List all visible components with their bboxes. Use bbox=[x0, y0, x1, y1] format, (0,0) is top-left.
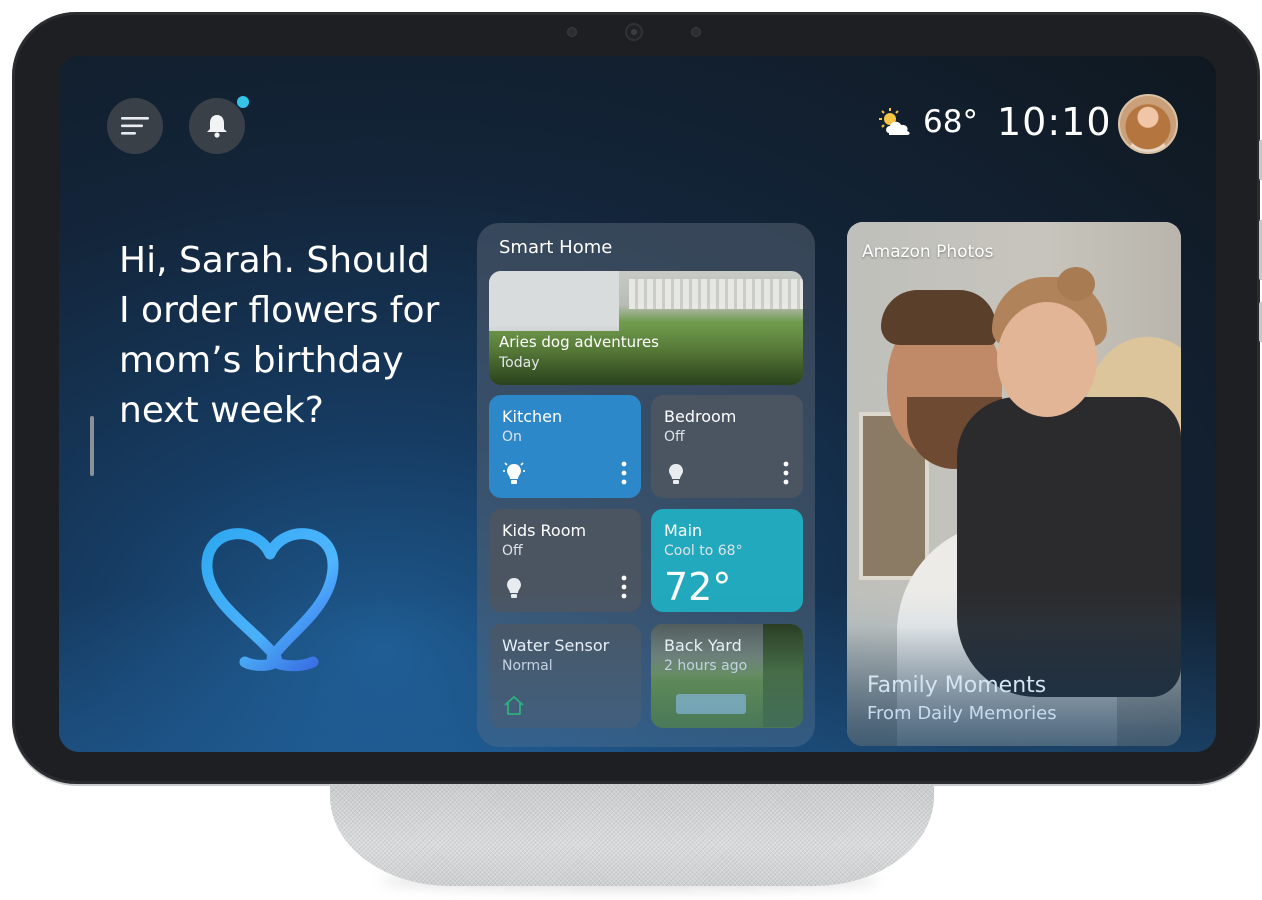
notifications-button[interactable] bbox=[189, 96, 249, 154]
alexa-heart-icon bbox=[201, 528, 339, 672]
bulb-icon bbox=[507, 578, 521, 598]
temperature: 68° bbox=[923, 104, 978, 140]
more-options-icon[interactable] bbox=[621, 461, 627, 485]
amazon-photos-card[interactable]: Amazon Photos Family Moments From Daily … bbox=[847, 222, 1181, 746]
edge-handle[interactable] bbox=[90, 416, 94, 476]
smart-home-title: Smart Home bbox=[499, 237, 613, 258]
tile-thermostat-main[interactable]: Main Cool to 68° 72° bbox=[651, 509, 803, 612]
tile-kids-room-state: Off bbox=[502, 543, 523, 559]
bulb-icon bbox=[669, 464, 683, 484]
photo-child-bun bbox=[1057, 267, 1095, 301]
tile-back-yard-camera[interactable]: Back Yard 2 hours ago bbox=[651, 624, 803, 728]
sensor-left bbox=[568, 28, 576, 36]
home-icon bbox=[504, 696, 524, 715]
tile-back-yard-name: Back Yard bbox=[664, 636, 742, 655]
tile-kitchen-state: On bbox=[502, 429, 522, 445]
partly-sunny-icon bbox=[879, 108, 910, 135]
profile-avatar[interactable] bbox=[1118, 94, 1178, 154]
tile-main-temperature: 72° bbox=[664, 565, 732, 609]
photo-person-hair bbox=[881, 290, 996, 345]
backyard-scene-pool bbox=[676, 694, 746, 714]
tile-main-name: Main bbox=[664, 521, 703, 540]
clock-time: 10:10 bbox=[997, 100, 1112, 144]
photo-child-face bbox=[997, 302, 1097, 417]
speaker-base bbox=[330, 784, 934, 886]
tile-back-yard-state: 2 hours ago bbox=[664, 658, 748, 674]
photos-title: Family Moments bbox=[867, 673, 1047, 698]
tile-kitchen-name: Kitchen bbox=[502, 407, 563, 426]
more-options-icon[interactable] bbox=[783, 461, 789, 485]
camera-feed-tile[interactable]: Aries dog adventures Today bbox=[489, 271, 803, 385]
camera-scene-fence bbox=[629, 279, 803, 309]
sensor-right bbox=[692, 28, 700, 36]
more-options-icon[interactable] bbox=[621, 575, 627, 599]
screen: 68° 10:10 Hi, Sarah. Should I order flow… bbox=[59, 56, 1216, 752]
camera-subcaption: Today bbox=[499, 355, 540, 371]
notification-dot bbox=[237, 96, 249, 108]
weather-widget[interactable]: 68° bbox=[877, 104, 978, 140]
menu-icon bbox=[121, 117, 149, 135]
menu-button[interactable] bbox=[107, 98, 163, 154]
photos-subtitle: From Daily Memories bbox=[867, 703, 1057, 724]
tile-bedroom-name: Bedroom bbox=[664, 407, 737, 426]
echo-show-device: 68° 10:10 Hi, Sarah. Should I order flow… bbox=[12, 12, 1262, 784]
tile-water-sensor-name: Water Sensor bbox=[502, 636, 610, 655]
tile-kitchen[interactable]: Kitchen On bbox=[489, 395, 641, 498]
smart-home-panel: Smart Home Aries dog adventures Today Ki… bbox=[477, 223, 815, 747]
camera-lens bbox=[627, 25, 641, 39]
tile-kids-room[interactable]: Kids Room Off bbox=[489, 509, 641, 612]
tile-kids-room-name: Kids Room bbox=[502, 521, 587, 540]
tile-bedroom-state: Off bbox=[664, 429, 685, 445]
greeting-prompt[interactable]: Hi, Sarah. Should I order flowers for mo… bbox=[119, 236, 449, 436]
photos-label: Amazon Photos bbox=[862, 242, 994, 262]
tile-water-sensor-state: Normal bbox=[502, 658, 553, 674]
tile-water-sensor[interactable]: Water Sensor Normal bbox=[489, 624, 641, 728]
camera-caption: Aries dog adventures bbox=[499, 333, 659, 351]
bell-icon bbox=[207, 115, 227, 138]
camera-scene-house bbox=[489, 271, 619, 331]
tile-bedroom[interactable]: Bedroom Off bbox=[651, 395, 803, 498]
tile-main-state: Cool to 68° bbox=[664, 543, 743, 559]
bulb-icon bbox=[503, 462, 525, 484]
